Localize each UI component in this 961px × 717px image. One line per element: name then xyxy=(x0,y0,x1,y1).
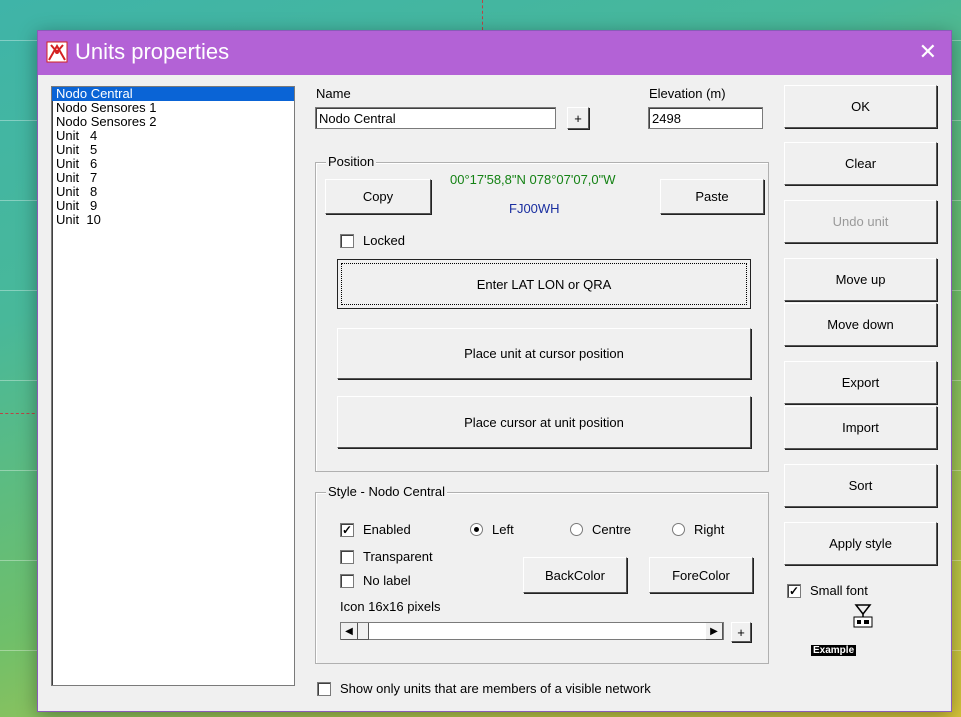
locked-label: Locked xyxy=(363,233,405,248)
scroll-thumb[interactable] xyxy=(358,623,369,640)
position-group-title: Position xyxy=(326,154,377,169)
unit-list-item[interactable]: Nodo Sensores 2 xyxy=(52,115,294,129)
unit-list-item[interactable]: Nodo Sensores 1 xyxy=(52,101,294,115)
move-up-button[interactable]: Move up xyxy=(784,258,937,301)
sort-button[interactable]: Sort xyxy=(784,464,937,507)
enter-lat-lon-qra-button[interactable]: Enter LAT LON or QRA xyxy=(337,259,751,309)
forecolor-button[interactable]: ForeColor xyxy=(649,557,753,593)
align-left-radio-dot[interactable] xyxy=(470,523,483,536)
unit-list-item[interactable]: Unit 5 xyxy=(52,143,294,157)
place-unit-at-cursor-button[interactable]: Place unit at cursor position xyxy=(337,328,751,379)
import-button[interactable]: Import xyxy=(784,406,937,449)
enabled-label: Enabled xyxy=(363,522,411,537)
move-down-button[interactable]: Move down xyxy=(784,303,937,346)
elevation-input[interactable] xyxy=(648,107,763,129)
transparent-label: Transparent xyxy=(363,549,433,564)
unit-list-item[interactable]: Unit 10 xyxy=(52,213,294,227)
units-app-icon xyxy=(46,41,68,63)
elevation-label: Elevation (m) xyxy=(649,86,726,101)
backcolor-button[interactable]: BackColor xyxy=(523,557,627,593)
units-properties-dialog: Units properties ✕ Nodo Central Nodo Sens… xyxy=(37,30,952,712)
small-font-label: Small font xyxy=(810,583,868,598)
qra-locator-text: FJ00WH xyxy=(509,201,560,216)
scroll-left-icon[interactable]: ◀ xyxy=(341,623,358,640)
align-right-radio-dot[interactable] xyxy=(672,523,685,536)
small-font-checkbox[interactable]: ✓ Small font xyxy=(787,583,868,598)
name-input[interactable] xyxy=(315,107,556,129)
place-cursor-at-unit-button[interactable]: Place cursor at unit position xyxy=(337,396,751,448)
small-font-checkbox-box[interactable]: ✓ xyxy=(787,583,801,598)
clear-button[interactable]: Clear xyxy=(784,142,937,185)
close-icon[interactable]: ✕ xyxy=(919,39,937,65)
unit-list-item[interactable]: Nodo Central xyxy=(52,87,294,101)
unit-list-item[interactable]: Unit 9 xyxy=(52,199,294,213)
align-right-radio[interactable]: Right xyxy=(672,522,724,537)
ok-button[interactable]: OK xyxy=(784,85,937,128)
enabled-checkbox[interactable]: ✓ Enabled xyxy=(340,522,411,537)
icon-size-scrollbar[interactable]: ◀ ▶ xyxy=(340,622,724,640)
example-label: Example xyxy=(811,645,857,656)
copy-button[interactable]: Copy xyxy=(325,179,431,214)
name-plus-button[interactable]: + xyxy=(567,107,589,129)
paste-button[interactable]: Paste xyxy=(660,179,764,214)
no-label-checkbox-box[interactable] xyxy=(340,573,354,588)
units-list[interactable]: Nodo Central Nodo Sensores 1 Nodo Sensores… xyxy=(51,86,295,686)
unit-list-item[interactable]: Unit 6 xyxy=(52,157,294,171)
unit-list-item[interactable]: Unit 8 xyxy=(52,185,294,199)
align-centre-label: Centre xyxy=(592,522,632,537)
export-button[interactable]: Export xyxy=(784,361,937,404)
icon-size-plus-button[interactable]: + xyxy=(731,622,751,642)
dialog-title: Units properties xyxy=(75,39,230,64)
name-label: Name xyxy=(316,86,351,101)
align-centre-radio[interactable]: Centre xyxy=(570,522,631,537)
style-group-title: Style - Nodo Central xyxy=(326,484,448,499)
unit-list-item[interactable]: Unit 4 xyxy=(52,129,294,143)
undo-unit-button[interactable]: Undo unit xyxy=(784,200,937,243)
align-right-label: Right xyxy=(694,522,725,537)
align-left-label: Left xyxy=(492,522,514,537)
no-label-checkbox[interactable]: No label xyxy=(340,573,411,588)
scroll-right-icon[interactable]: ▶ xyxy=(706,623,723,640)
locked-checkbox[interactable]: Locked xyxy=(340,233,405,248)
no-label-label: No label xyxy=(363,573,411,588)
show-only-checkbox-box[interactable] xyxy=(317,681,331,696)
icon-size-label: Icon 16x16 pixels xyxy=(340,599,441,614)
title-bar: Units properties ✕ xyxy=(38,31,951,75)
align-left-radio[interactable]: Left xyxy=(470,522,514,537)
transparent-checkbox[interactable]: Transparent xyxy=(340,549,433,564)
align-centre-radio-dot[interactable] xyxy=(570,523,583,536)
locked-checkbox-box[interactable] xyxy=(340,233,354,248)
show-only-label: Show only units that are members of a vi… xyxy=(340,681,651,696)
transparent-checkbox-box[interactable] xyxy=(340,549,354,564)
unit-list-item[interactable]: Unit 7 xyxy=(52,171,294,185)
enabled-checkbox-box[interactable]: ✓ xyxy=(340,522,354,537)
coordinates-text: 00°17'58,8"N 078°07'07,0"W xyxy=(450,172,616,187)
antenna-icon xyxy=(853,604,873,628)
apply-style-button[interactable]: Apply style xyxy=(784,522,937,565)
show-only-visible-network-checkbox[interactable]: Show only units that are members of a vi… xyxy=(317,681,651,696)
